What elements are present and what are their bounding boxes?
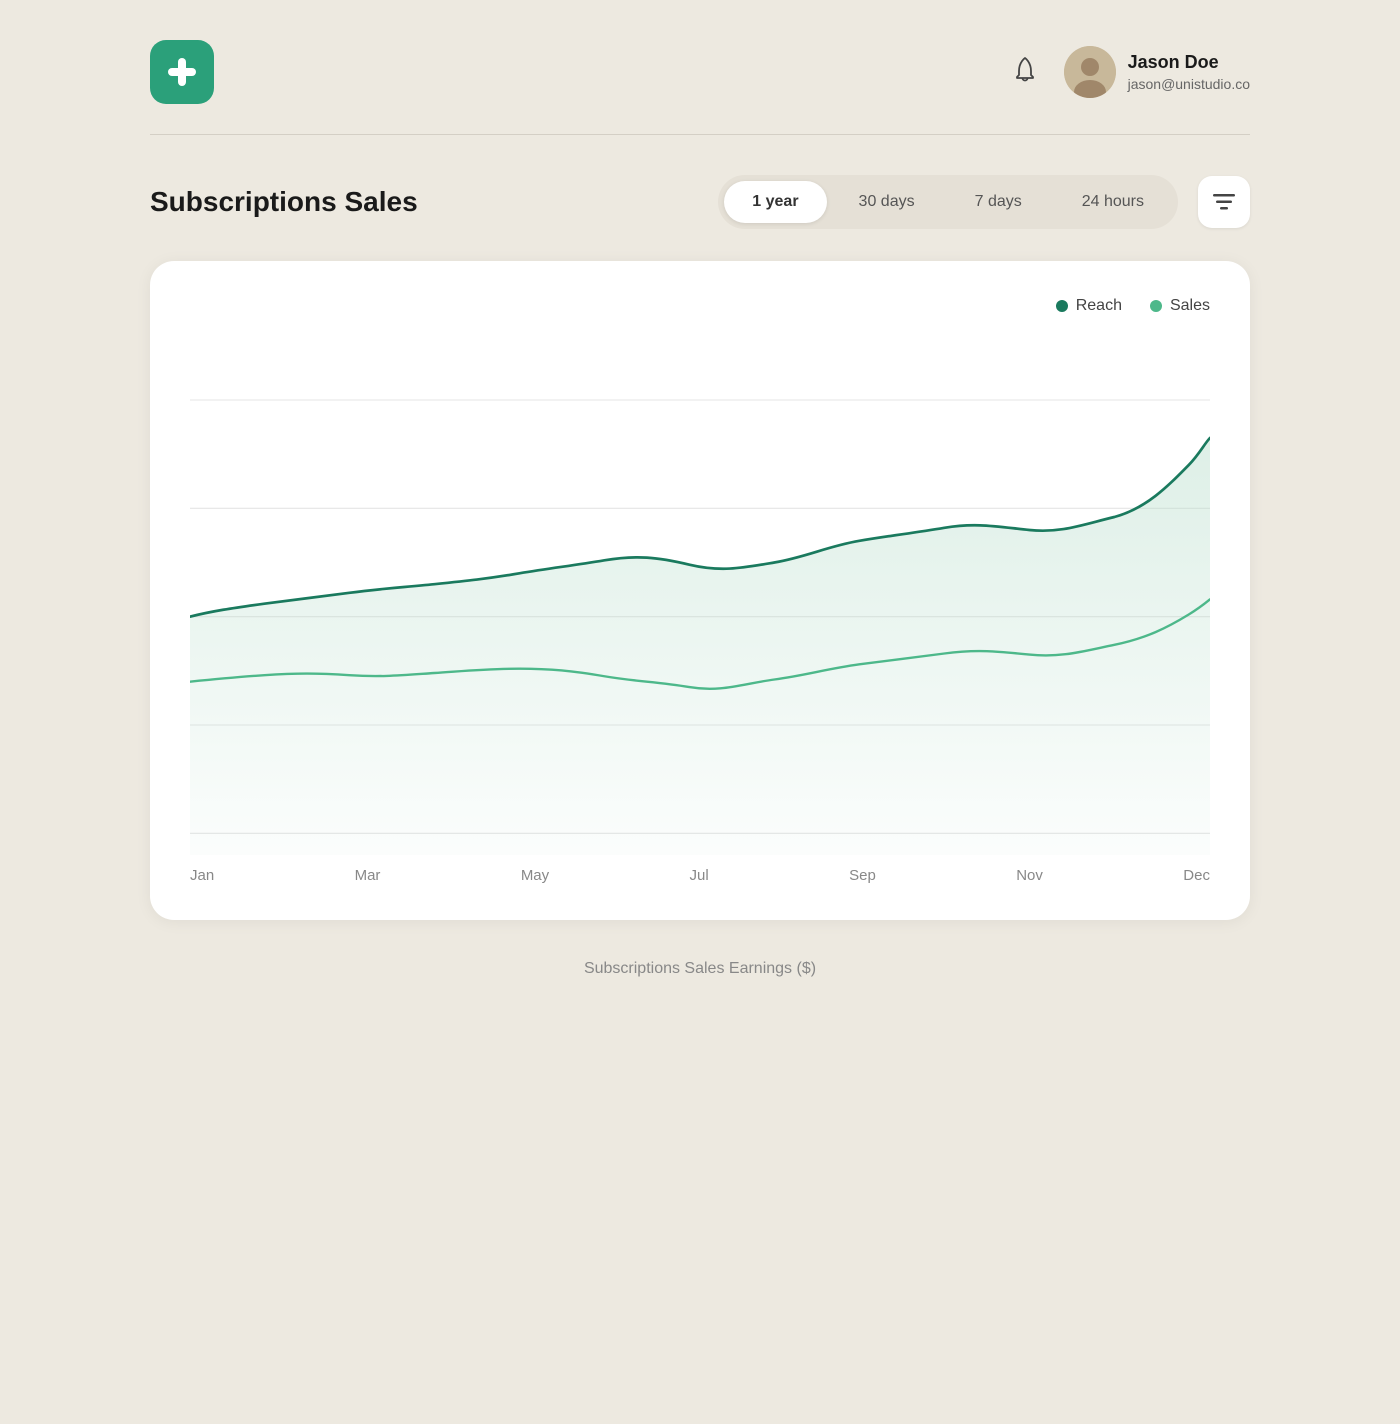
legend-sales: Sales <box>1150 297 1210 315</box>
chart-legend: Reach Sales <box>190 297 1210 315</box>
filter-lines-icon <box>1213 194 1235 210</box>
chart-area <box>190 335 1210 855</box>
sales-label: Sales <box>1170 297 1210 315</box>
sales-dot <box>1150 300 1162 312</box>
filter-1year[interactable]: 1 year <box>724 181 826 223</box>
user-text: Jason Doe jason@unistudio.co <box>1128 51 1250 93</box>
x-label-jan: Jan <box>190 867 214 884</box>
x-axis-labels: Jan Mar May Jul Sep Nov Dec <box>190 855 1210 884</box>
chart-card: Reach Sales <box>150 261 1250 920</box>
reach-dot <box>1056 300 1068 312</box>
user-profile[interactable]: Jason Doe jason@unistudio.co <box>1064 46 1250 98</box>
x-label-jul: Jul <box>690 867 709 884</box>
plus-icon <box>164 54 200 90</box>
filter-options-button[interactable] <box>1198 176 1250 228</box>
chart-subtitle: Subscriptions Sales Earnings ($) <box>150 960 1250 978</box>
user-name: Jason Doe <box>1128 51 1250 74</box>
filter-24hours[interactable]: 24 hours <box>1054 181 1172 223</box>
avatar-image <box>1064 46 1116 98</box>
chart-svg <box>190 335 1210 855</box>
filter-7days[interactable]: 7 days <box>947 181 1050 223</box>
section-header: Subscriptions Sales 1 year 30 days 7 day… <box>150 175 1250 229</box>
x-label-mar: Mar <box>355 867 381 884</box>
header-right: Jason Doe jason@unistudio.co <box>1010 46 1250 98</box>
page-title: Subscriptions Sales <box>150 186 418 218</box>
avatar <box>1064 46 1116 98</box>
notification-bell[interactable] <box>1010 55 1040 90</box>
bell-icon <box>1010 55 1040 85</box>
app-header: Jason Doe jason@unistudio.co <box>150 0 1250 135</box>
x-label-nov: Nov <box>1016 867 1043 884</box>
x-label-sep: Sep <box>849 867 876 884</box>
user-email: jason@unistudio.co <box>1128 75 1250 93</box>
filter-30days[interactable]: 30 days <box>831 181 943 223</box>
time-filter-group: 1 year 30 days 7 days 24 hours <box>718 175 1178 229</box>
x-label-may: May <box>521 867 549 884</box>
x-label-dec: Dec <box>1183 867 1210 884</box>
main-content: Subscriptions Sales 1 year 30 days 7 day… <box>150 135 1250 1018</box>
reach-label: Reach <box>1076 297 1122 315</box>
logo-button[interactable] <box>150 40 214 104</box>
legend-reach: Reach <box>1056 297 1122 315</box>
